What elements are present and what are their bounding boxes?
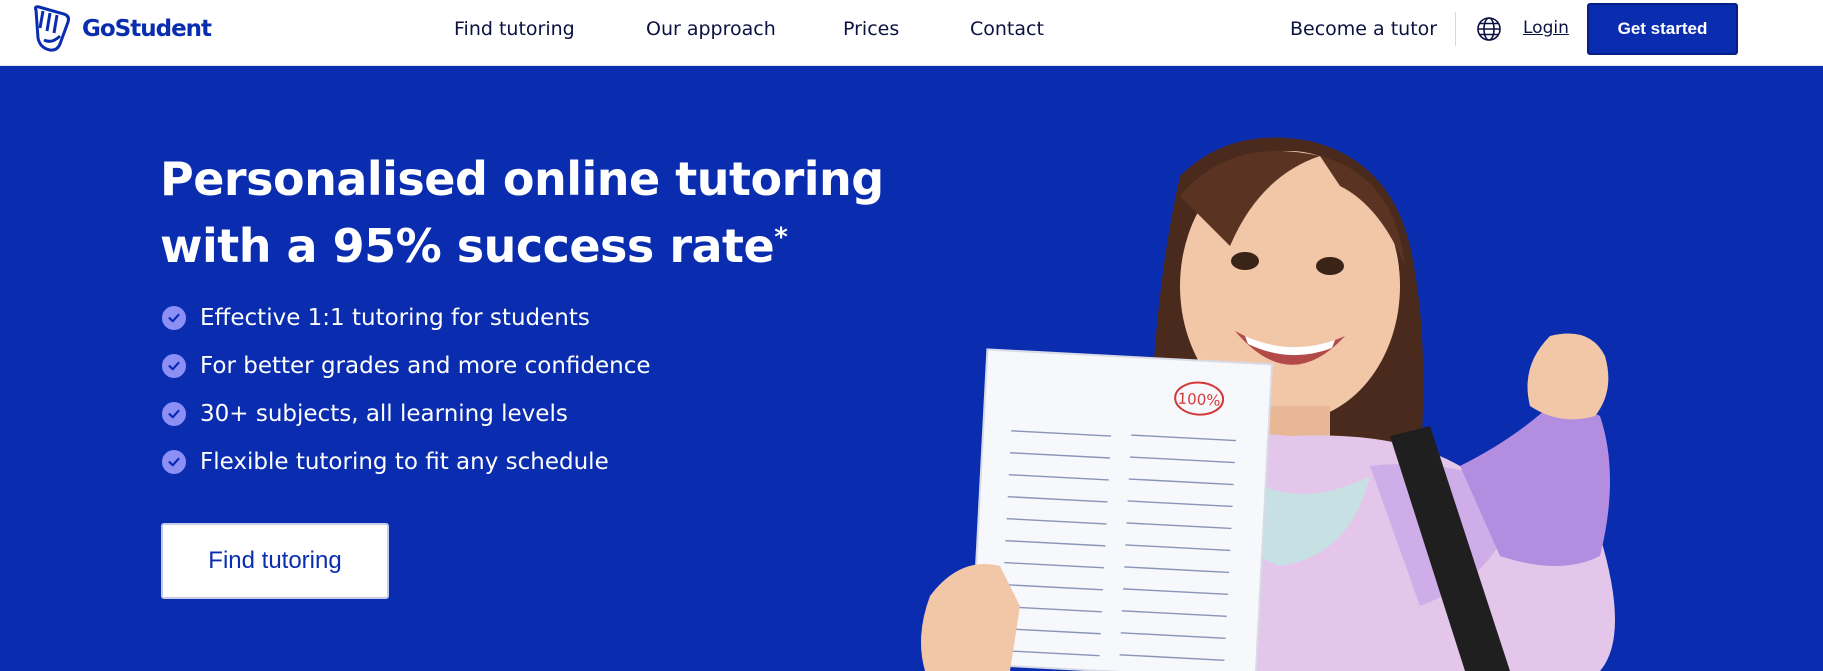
benefit-text: Flexible tutoring to fit any schedule [200,449,609,475]
check-icon [162,354,186,378]
hero-headline: Personalised online tutoring with a 95% … [160,146,900,280]
find-tutoring-button[interactable]: Find tutoring [161,523,389,599]
logo[interactable]: GoStudent [30,4,212,54]
student-holding-test-image: 100% [921,137,1615,671]
benefit-item: 30+ subjects, all learning levels [162,390,651,438]
benefit-item: Flexible tutoring to fit any schedule [162,438,651,486]
benefit-text: Effective 1:1 tutoring for students [200,305,590,331]
headline-line-1: Personalised online tutoring [160,152,884,206]
check-icon [162,306,186,330]
nav-contact[interactable]: Contact [970,18,1044,40]
headline-line-2: with a 95% success rate [160,219,775,273]
site-header: GoStudent Find tutoring Our approach Pri… [0,0,1823,66]
benefit-item: Effective 1:1 tutoring for students [162,294,651,342]
benefit-item: For better grades and more confidence [162,342,651,390]
hero-section: Personalised online tutoring with a 95% … [0,66,1823,671]
header-divider [1455,12,1456,46]
get-started-button[interactable]: Get started [1587,3,1738,55]
nav-our-approach[interactable]: Our approach [646,18,776,40]
nav-find-tutoring[interactable]: Find tutoring [454,18,575,40]
headline-footnote-mark: * [774,222,788,253]
brand-name: GoStudent [82,16,212,42]
benefit-text: 30+ subjects, all learning levels [200,401,568,427]
nav-prices[interactable]: Prices [843,18,899,40]
check-icon [162,450,186,474]
benefit-text: For better grades and more confidence [200,353,651,379]
login-link[interactable]: Login [1523,18,1569,38]
gostudent-logo-icon [33,5,70,52]
nav-become-tutor[interactable]: Become a tutor [1290,18,1437,40]
test-grade: 100% [1177,389,1221,409]
globe-icon[interactable] [1476,16,1502,42]
benefits-list: Effective 1:1 tutoring for students For … [162,294,651,486]
check-icon [162,402,186,426]
